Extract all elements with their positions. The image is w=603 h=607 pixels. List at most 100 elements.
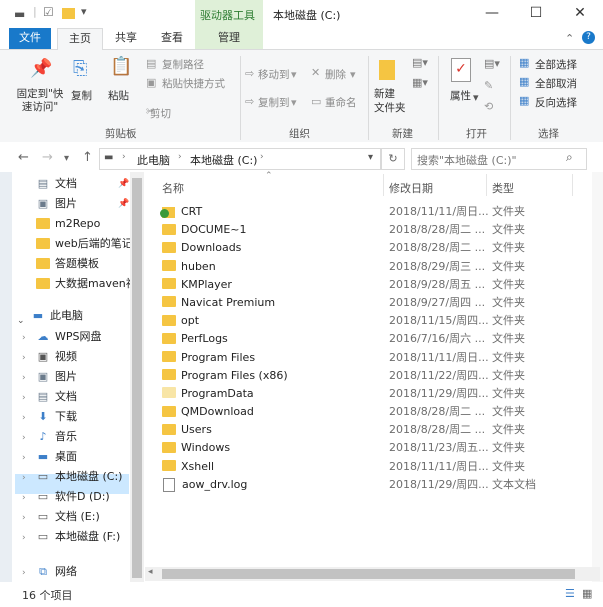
nav-item-folder[interactable]: m2Repo: [36, 214, 130, 234]
file-row[interactable]: Downloads: [162, 239, 382, 257]
copy-to-dropdown-icon[interactable]: ▾: [291, 97, 297, 109]
column-header-name[interactable]: 名称: [162, 180, 184, 196]
file-row[interactable]: Windows: [162, 439, 382, 457]
nav-item-this-pc[interactable]: ▬ 此电脑: [31, 306, 83, 326]
easy-access-icon[interactable]: ▦▾: [412, 77, 428, 89]
details-view-icon[interactable]: ☰: [565, 587, 575, 600]
pin-quick-access-button[interactable]: 固定到"快 速访问": [15, 88, 65, 114]
chevron-right-icon[interactable]: ›: [22, 563, 36, 583]
new-folder-button[interactable]: 新建 文件夹: [374, 87, 406, 115]
pin-icon[interactable]: 📌: [118, 194, 129, 214]
large-icons-view-icon[interactable]: ▦: [582, 587, 592, 600]
expand-chevron-down-icon[interactable]: ⌄: [17, 316, 25, 326]
nav-item-drive-d[interactable]: › ▭ 软件D (D:): [22, 487, 130, 507]
chevron-right-icon[interactable]: ›: [22, 468, 36, 488]
file-row[interactable]: huben: [162, 258, 382, 276]
help-icon[interactable]: ?: [582, 31, 595, 44]
nav-item-desktop[interactable]: › ▬ 桌面: [22, 447, 130, 467]
nav-item-music[interactable]: › ♪ 音乐: [22, 427, 130, 447]
up-button[interactable]: ↑: [82, 150, 93, 165]
nav-item-wps[interactable]: › ☁ WPS网盘: [22, 327, 130, 347]
file-row[interactable]: Program Files (x86): [162, 367, 382, 385]
back-button[interactable]: ←: [18, 150, 29, 165]
delete-dropdown-icon[interactable]: ▾: [350, 69, 356, 81]
chevron-right-icon[interactable]: ›: [22, 328, 36, 348]
forward-button[interactable]: →: [42, 150, 53, 165]
tab-share[interactable]: 共享: [106, 28, 146, 49]
properties-button[interactable]: 属性: [450, 88, 471, 103]
tab-view[interactable]: 查看: [150, 28, 194, 49]
chevron-right-icon[interactable]: ›: [22, 388, 36, 408]
tab-home[interactable]: 主页: [57, 28, 103, 51]
tab-file[interactable]: 文件: [9, 28, 51, 49]
cut-button[interactable]: 剪切: [150, 106, 171, 121]
file-row[interactable]: ProgramData: [162, 385, 382, 403]
collapse-ribbon-icon[interactable]: ⌃: [565, 32, 574, 45]
maximize-button[interactable]: ☐: [514, 0, 558, 28]
nav-item-folder[interactable]: 大数据maven视: [36, 274, 137, 294]
column-separator[interactable]: [383, 174, 384, 196]
chevron-right-icon[interactable]: ›: [22, 448, 36, 468]
move-to-button[interactable]: 移动到: [258, 67, 290, 82]
chevron-right-icon[interactable]: ›: [22, 528, 36, 548]
file-row[interactable]: Program Files: [162, 349, 382, 367]
pin-icon[interactable]: 📌: [118, 174, 129, 194]
file-row[interactable]: QMDownload: [162, 403, 382, 421]
paste-shortcut-button[interactable]: 粘贴快捷方式: [162, 76, 225, 91]
file-row[interactable]: DOCUME~1: [162, 221, 382, 239]
file-row[interactable]: CRT: [160, 203, 382, 221]
breadcrumb-this-pc[interactable]: 此电脑: [137, 152, 170, 168]
properties-qat-icon[interactable]: ☑: [43, 5, 54, 19]
paste-button[interactable]: 粘贴: [108, 88, 129, 103]
address-dropdown-icon[interactable]: ▾: [368, 152, 373, 163]
tab-manage[interactable]: 管理: [195, 28, 263, 49]
nav-item-pictures[interactable]: › ▣ 图片: [22, 367, 130, 387]
copy-to-button[interactable]: 复制到: [258, 95, 290, 110]
file-row[interactable]: PerfLogs: [162, 330, 382, 348]
rename-button[interactable]: 重命名: [325, 95, 357, 110]
column-header-date[interactable]: 修改日期: [389, 180, 433, 196]
file-row[interactable]: opt: [162, 312, 382, 330]
nav-item-folder[interactable]: web后端的笔记: [36, 234, 133, 254]
file-row[interactable]: Navicat Premium: [162, 294, 382, 312]
chevron-right-icon[interactable]: ›: [22, 348, 36, 368]
chevron-right-icon[interactable]: ›: [22, 408, 36, 428]
nav-item-documents[interactable]: › ▤ 文档: [22, 387, 130, 407]
chevron-right-icon[interactable]: ›: [22, 428, 36, 448]
file-row[interactable]: KMPlayer: [162, 276, 382, 294]
nav-item-videos[interactable]: › ▣ 视频: [22, 347, 130, 367]
new-item-icon[interactable]: ▤▾: [412, 57, 428, 69]
column-separator[interactable]: [572, 174, 573, 196]
chevron-right-icon[interactable]: ›: [22, 508, 36, 528]
chevron-right-icon[interactable]: ›: [22, 488, 36, 508]
open-icon[interactable]: ▤▾: [484, 58, 500, 70]
breadcrumb-drive-c[interactable]: 本地磁盘 (C:): [190, 152, 257, 168]
copy-path-button[interactable]: 复制路径: [162, 57, 204, 72]
properties-dropdown-icon[interactable]: ▾: [473, 92, 479, 104]
refresh-button[interactable]: ↻: [381, 148, 405, 170]
qat-dropdown-icon[interactable]: ▾: [81, 5, 87, 18]
copy-button[interactable]: 复制: [71, 88, 92, 103]
file-row[interactable]: Xshell: [162, 458, 382, 476]
nav-item-network[interactable]: › ⧉ 网络: [22, 562, 77, 582]
nav-item-pictures[interactable]: ▣ 图片 📌: [36, 194, 130, 214]
nav-item-drive-c[interactable]: › ▭ 本地磁盘 (C:): [22, 467, 130, 487]
recent-locations-icon[interactable]: ▾: [64, 153, 69, 164]
close-button[interactable]: ✕: [558, 0, 602, 28]
nav-item-folder[interactable]: 答题模板: [36, 254, 130, 274]
nav-item-drive-e[interactable]: › ▭ 文档 (E:): [22, 507, 130, 527]
column-separator[interactable]: [486, 174, 487, 196]
minimize-button[interactable]: —: [470, 0, 514, 28]
move-to-dropdown-icon[interactable]: ▾: [291, 69, 297, 81]
nav-item-drive-f[interactable]: › ▭ 本地磁盘 (F:): [22, 527, 130, 547]
chevron-right-icon[interactable]: ›: [22, 368, 36, 388]
horizontal-scrollbar-thumb[interactable]: [162, 569, 575, 579]
nav-item-documents[interactable]: ▤ 文档 📌: [36, 174, 130, 194]
history-icon[interactable]: ⟲: [484, 101, 493, 113]
select-all-button[interactable]: 全部选择: [535, 57, 577, 72]
column-header-type[interactable]: 类型: [492, 180, 514, 196]
scroll-left-icon[interactable]: ◂: [148, 567, 153, 577]
invert-selection-button[interactable]: 反向选择: [535, 95, 577, 110]
file-row[interactable]: Users: [162, 421, 382, 439]
select-none-button[interactable]: 全部取消: [535, 76, 577, 91]
